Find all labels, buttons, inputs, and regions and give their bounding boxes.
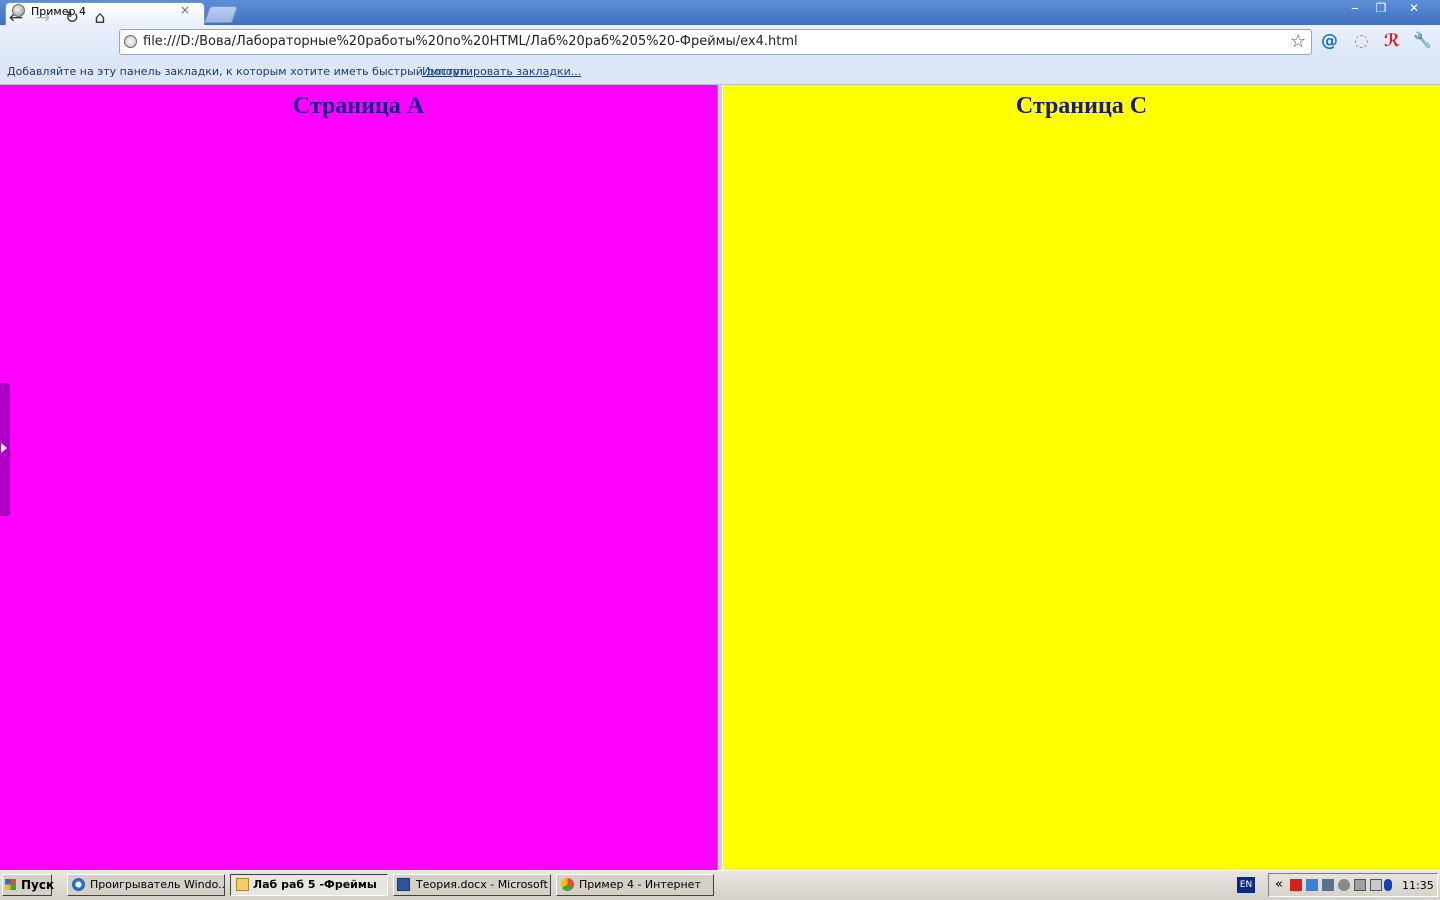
taskbar-item-browser[interactable]: Пример 4 - Интернет <box>556 874 714 896</box>
antivirus-tray-icon[interactable] <box>1290 879 1302 891</box>
word-icon <box>397 878 410 891</box>
wrench-icon[interactable]: 🔧 <box>1413 31 1432 49</box>
bookmarks-bar-message: Добавляйте на эту панель закладки, к кот… <box>7 65 471 78</box>
antivirus-icon[interactable]: ℛ <box>1384 31 1400 51</box>
frame-c-heading: Страница C <box>1015 93 1148 119</box>
taskbar-item-folder[interactable]: Лаб раб 5 -Фреймы <box>230 874 388 896</box>
url-text[interactable]: file:///D:/Вова/Лабораторные%20работы%20… <box>143 34 798 49</box>
forward-icon[interactable]: → <box>33 8 53 28</box>
taskbar-item-media-player[interactable]: Проигрыватель Windo... <box>67 874 225 896</box>
network-tray-icon[interactable] <box>1306 879 1318 891</box>
taskbar-clock[interactable]: 11:35 <box>1402 879 1434 892</box>
network-disconnected-tray-icon[interactable] <box>1322 879 1334 891</box>
chevron-right-icon <box>1 443 7 453</box>
frame-page-a: Страница A <box>0 85 717 870</box>
bookmark-star-icon[interactable]: ☆ <box>1290 31 1306 52</box>
windows-logo-icon <box>5 879 16 890</box>
window-restore-button[interactable]: ❐ <box>1369 1 1393 16</box>
bluetooth-tray-icon[interactable] <box>1384 879 1392 891</box>
search-extension-icon[interactable]: ◌ <box>1354 31 1369 51</box>
mail-icon[interactable]: @ <box>1321 31 1338 51</box>
language-indicator[interactable]: EN <box>1237 877 1255 893</box>
frame-page-c: Страница C <box>723 85 1440 870</box>
import-bookmarks-link[interactable]: Импортировать закладки... <box>422 65 581 78</box>
folder-icon <box>236 878 249 891</box>
home-icon[interactable]: ⌂ <box>90 8 110 28</box>
taskbar-item-word[interactable]: Теория.docx - Microsoft ... <box>393 874 551 896</box>
back-icon[interactable]: ← <box>6 8 26 28</box>
media-player-icon <box>72 878 85 891</box>
frame-a-heading: Страница A <box>292 93 425 119</box>
window-close-button[interactable]: ✕ <box>1402 1 1426 16</box>
speaker-tray-icon[interactable] <box>1338 879 1350 891</box>
reload-icon[interactable]: ↻ <box>62 8 82 28</box>
window-minimize-button[interactable]: ‒ <box>1343 1 1367 16</box>
tray-expand-icon[interactable]: « <box>1275 877 1283 892</box>
safely-remove-tray-icon[interactable] <box>1354 879 1366 891</box>
page-info-icon[interactable] <box>124 35 137 48</box>
browser-icon <box>561 878 574 891</box>
tab-close-icon[interactable]: × <box>180 3 190 17</box>
display-tray-icon[interactable] <box>1370 879 1382 891</box>
